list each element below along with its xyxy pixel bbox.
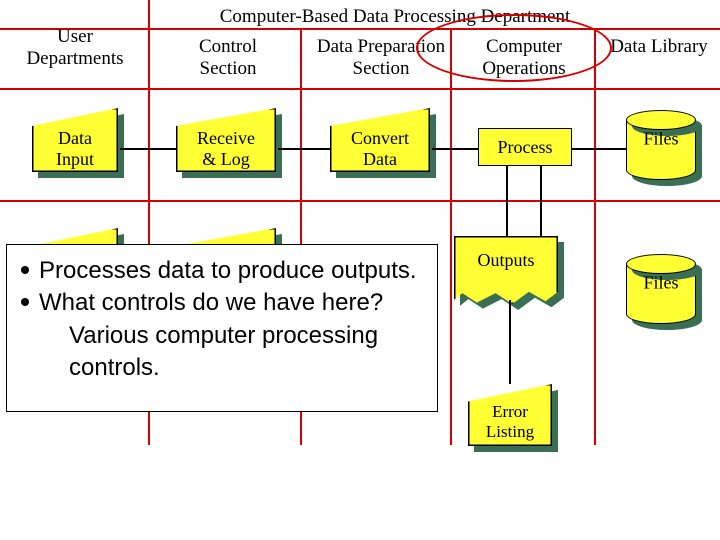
connector (572, 148, 626, 150)
grid-line (594, 28, 596, 445)
connector (120, 148, 176, 150)
shape-label: Files (626, 129, 696, 150)
shape-label: Files (626, 273, 696, 294)
caption-subtext: Various computer processing controls. (21, 320, 423, 385)
shape-process: Process (478, 128, 572, 166)
caption-text: What controls do we have here? (39, 289, 383, 316)
shape-outputs: Outputs (454, 236, 558, 304)
header-cb-dept: Computer-Based Data Processing Departmen… (200, 6, 590, 28)
header-user-departments: User Departments (10, 26, 140, 70)
shape-data-input: Data Input (32, 108, 118, 172)
shape-convert-data: Convert Data (330, 108, 430, 172)
connector (506, 166, 508, 236)
caption-bullet-2: What controls do we have here? (21, 287, 423, 319)
shape-files-bottom: Files (626, 254, 696, 324)
connector (432, 148, 478, 150)
bullet-icon (21, 298, 29, 306)
caption-text: Processes data to produce outputs. (39, 257, 417, 284)
connector (540, 166, 542, 236)
header-computer-operations: Computer Operations (458, 36, 590, 80)
caption-overlay: Processes data to produce outputs. What … (6, 244, 438, 412)
header-control-section: Control Section (168, 36, 288, 80)
shape-label: Process (498, 137, 553, 158)
shape-files-top: Files (626, 110, 696, 180)
grid-line (0, 88, 720, 90)
connector (509, 300, 511, 384)
bullet-icon (21, 266, 29, 274)
shape-error-listing: Error Listing (468, 384, 552, 446)
grid-line (450, 28, 452, 445)
grid-line (0, 200, 720, 202)
caption-bullet-1: Processes data to produce outputs. (21, 255, 423, 287)
header-data-library: Data Library (600, 36, 718, 58)
diagram-stage: User Departments Computer-Based Data Pro… (0, 0, 720, 540)
connector (278, 148, 330, 150)
shape-receive-log: Receive & Log (176, 108, 276, 172)
header-data-prep-section: Data Preparation Section (306, 36, 456, 80)
